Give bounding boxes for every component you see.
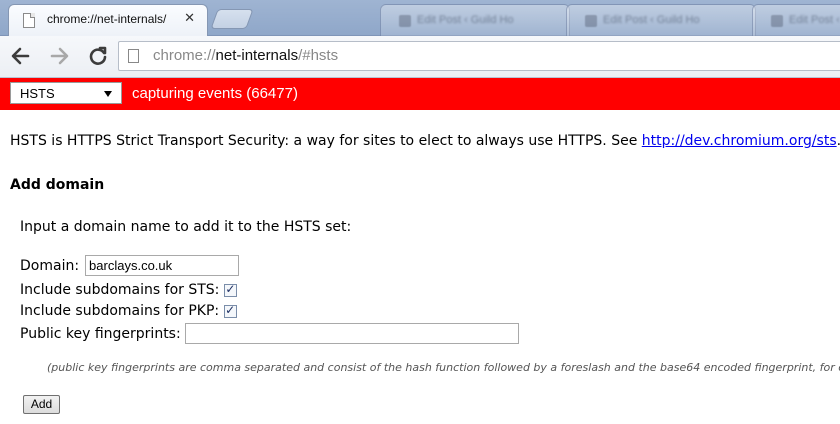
tab-net-internals[interactable]: chrome://net-internals/ ✕ bbox=[8, 4, 208, 36]
dropdown-arrow-icon bbox=[104, 91, 112, 97]
fingerprints-note: (public key fingerprints are comma separ… bbox=[47, 361, 840, 374]
capture-status-text: capturing events (66477) bbox=[132, 85, 298, 102]
tab-strip: chrome://net-internals/ ✕ Edit Post ‹ Gu… bbox=[0, 0, 840, 36]
sts-subdomains-label: Include subdomains for STS: bbox=[20, 282, 220, 298]
view-select-dropdown[interactable]: HSTS bbox=[10, 82, 122, 104]
url-path: /#hsts bbox=[298, 47, 339, 64]
add-domain-description: Input a domain name to add it to the HST… bbox=[20, 219, 352, 235]
hsts-intro: HSTS is HTTPS Strict Transport Security:… bbox=[10, 133, 840, 149]
view-select-value: HSTS bbox=[20, 86, 55, 101]
pkp-subdomains-row: Include subdomains for PKP: bbox=[20, 303, 238, 319]
tab-title: Edit Post ‹ Guild Ho bbox=[603, 14, 700, 26]
intro-text: HSTS is HTTPS Strict Transport Security:… bbox=[10, 133, 642, 149]
add-domain-heading: Add domain bbox=[10, 177, 105, 193]
pkp-subdomains-checkbox[interactable] bbox=[224, 303, 238, 318]
forward-arrow-icon[interactable] bbox=[48, 44, 72, 68]
add-button[interactable]: Add bbox=[23, 395, 60, 414]
url-host: net-internals bbox=[215, 47, 299, 64]
browser-toolbar: chrome://net-internals/#hsts bbox=[0, 36, 840, 78]
tab-background[interactable]: Edit Post ‹ Guild Ho bbox=[566, 4, 756, 36]
address-bar[interactable]: chrome://net-internals/#hsts bbox=[118, 41, 840, 71]
tab-title: Edit Post ‹ Guild Ho bbox=[417, 14, 514, 26]
page-icon bbox=[23, 13, 35, 28]
domain-input[interactable]: barclays.co.uk bbox=[85, 255, 240, 276]
address-bar-url[interactable]: chrome://net-internals/#hsts bbox=[153, 47, 338, 64]
url-scheme: chrome:// bbox=[153, 47, 216, 64]
tab-background[interactable]: Edit Post ‹ Guild Ho bbox=[380, 4, 570, 36]
close-icon[interactable]: ✕ bbox=[184, 11, 195, 26]
fingerprints-row: Public key fingerprints: bbox=[20, 323, 519, 344]
tab-background[interactable]: Edit Post ‹ Guild Ho bbox=[752, 4, 840, 36]
reload-icon[interactable] bbox=[86, 44, 110, 68]
fingerprints-input[interactable] bbox=[184, 323, 519, 344]
sts-link[interactable]: http://dev.chromium.org/sts bbox=[642, 133, 837, 149]
tab-title: Edit Post ‹ Guild Ho bbox=[789, 14, 840, 26]
tab-title: chrome://net-internals/ bbox=[47, 12, 167, 26]
pkp-subdomains-label: Include subdomains for PKP: bbox=[20, 303, 220, 319]
site-favicon-icon bbox=[399, 15, 411, 27]
back-arrow-icon[interactable] bbox=[8, 44, 32, 68]
page-icon bbox=[128, 49, 139, 63]
status-bar: HSTS capturing events (66477) bbox=[0, 78, 840, 110]
sts-subdomains-checkbox[interactable] bbox=[224, 282, 238, 297]
fingerprints-label: Public key fingerprints: bbox=[20, 325, 181, 342]
new-tab-button[interactable] bbox=[210, 9, 254, 29]
site-favicon-icon bbox=[585, 15, 597, 27]
domain-label: Domain: bbox=[20, 257, 80, 274]
hsts-view: HSTS is HTTPS Strict Transport Security:… bbox=[0, 110, 840, 424]
sts-subdomains-row: Include subdomains for STS: bbox=[20, 282, 238, 298]
site-favicon-icon bbox=[771, 15, 783, 27]
domain-row: Domain: barclays.co.uk bbox=[20, 255, 240, 276]
intro-suffix: . bbox=[837, 133, 840, 149]
